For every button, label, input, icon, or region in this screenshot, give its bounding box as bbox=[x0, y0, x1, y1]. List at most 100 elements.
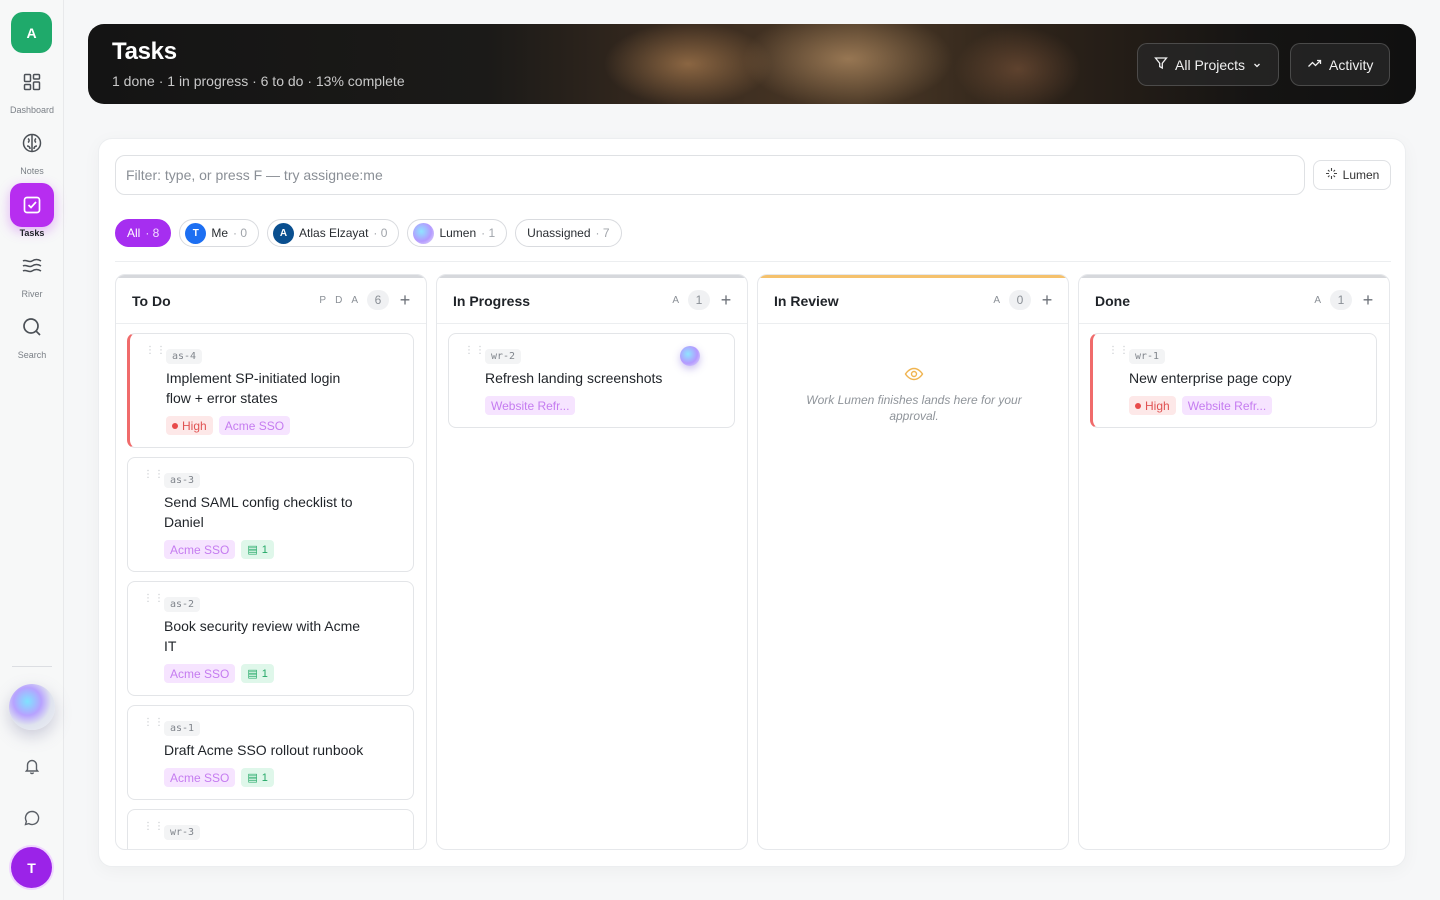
task-card[interactable]: ⋮⋮ wr-1 New enterprise page copy High We… bbox=[1090, 333, 1377, 428]
lumen-button[interactable]: Lumen bbox=[1313, 160, 1391, 190]
workspace-avatar[interactable]: A bbox=[11, 12, 52, 53]
task-title: Send SAML config checklist to Daniel bbox=[164, 494, 353, 530]
project-badge: Acme SSO bbox=[218, 416, 291, 435]
column-header: In Progress A 1 + bbox=[437, 278, 747, 324]
add-task-plus-icon[interactable]: + bbox=[398, 291, 412, 309]
sidebar-item-label: River bbox=[21, 289, 43, 299]
bell-icon[interactable] bbox=[20, 754, 44, 778]
sidebar-item-dashboard[interactable]: Dashboard bbox=[0, 60, 64, 115]
sidebar: A Dashboard Notes Tasks River Search T bbox=[0, 0, 64, 900]
chevron-down-icon bbox=[1252, 57, 1262, 73]
lumen-assistant-orb[interactable] bbox=[9, 684, 55, 730]
chip-all[interactable]: All · 8 bbox=[115, 219, 172, 247]
sidebar-divider bbox=[12, 666, 52, 667]
column-header: In Review A 0 + bbox=[758, 278, 1068, 324]
drag-handle-icon[interactable]: ⋮⋮ bbox=[1108, 346, 1129, 356]
empty-state: Work Lumen finishes lands here for your … bbox=[788, 367, 1040, 424]
column-done: Done A 1 + ⋮⋮ wr-1 New enterprise page c… bbox=[1078, 274, 1390, 850]
priority-badge: High bbox=[166, 416, 213, 435]
column-tools: A 1 + bbox=[672, 290, 733, 310]
sidebar-item-notes[interactable]: Notes bbox=[0, 121, 64, 176]
document-icon: ▤ bbox=[247, 544, 258, 556]
assignee-filter-chips: All · 8 T Me · 0 A Atlas Elzayat · 0 Lum… bbox=[115, 219, 622, 247]
page-title: Tasks bbox=[112, 38, 177, 65]
priority-label: High bbox=[182, 418, 207, 433]
filter-assignee-toggle[interactable]: A bbox=[1314, 295, 1321, 306]
drag-handle-icon[interactable]: ⋮⋮ bbox=[143, 594, 164, 604]
column-count: 0 bbox=[1009, 290, 1031, 310]
column-tools: P D A 6 + bbox=[319, 290, 412, 310]
activity-label: Activity bbox=[1329, 56, 1374, 73]
task-id: as-2 bbox=[164, 597, 201, 612]
drag-handle-icon[interactable]: ⋮⋮ bbox=[143, 822, 164, 832]
drag-handle-icon[interactable]: ⋮⋮ bbox=[145, 346, 166, 356]
filter-assignee-toggle[interactable]: A bbox=[351, 295, 358, 306]
task-card[interactable]: ⋮⋮ as-2 Book security review with Acme I… bbox=[127, 581, 414, 696]
add-task-plus-icon[interactable]: + bbox=[719, 291, 733, 309]
column-in-review: In Review A 0 + Work Lumen finishes land… bbox=[757, 274, 1069, 850]
brain-icon bbox=[10, 121, 54, 165]
task-id: as-3 bbox=[164, 473, 201, 488]
chip-atlas-elzayat[interactable]: A Atlas Elzayat · 0 bbox=[267, 219, 400, 247]
filter-input[interactable] bbox=[115, 155, 1305, 195]
chip-label: Atlas Elzayat bbox=[299, 226, 369, 240]
lumen-button-label: Lumen bbox=[1342, 168, 1380, 182]
column-title: In Review bbox=[774, 293, 839, 309]
trending-icon bbox=[1307, 56, 1322, 73]
sidebar-item-search[interactable]: Search bbox=[0, 305, 64, 360]
drag-handle-icon[interactable]: ⋮⋮ bbox=[143, 470, 164, 480]
chat-icon[interactable] bbox=[20, 806, 44, 830]
task-tags: High Website Refr... bbox=[1129, 396, 1362, 415]
task-card[interactable]: ⋮⋮ wr-3 bbox=[127, 809, 414, 849]
drag-handle-icon[interactable]: ⋮⋮ bbox=[143, 718, 164, 728]
activity-button[interactable]: Activity bbox=[1290, 43, 1391, 86]
task-title: New enterprise page copy bbox=[1129, 370, 1292, 386]
filter-due-toggle[interactable]: D bbox=[335, 295, 342, 306]
add-task-plus-icon[interactable]: + bbox=[1040, 291, 1054, 309]
chip-unassigned[interactable]: Unassigned · 7 bbox=[515, 219, 622, 247]
sidebar-item-tasks[interactable]: Tasks bbox=[0, 183, 64, 238]
task-card[interactable]: ⋮⋮ wr-2 Refresh landing screenshots Webs… bbox=[448, 333, 735, 428]
docs-count: 1 bbox=[261, 667, 268, 680]
docs-count: 1 bbox=[261, 543, 268, 556]
board-panel: Lumen All · 8 T Me · 0 A Atlas Elzayat ·… bbox=[98, 138, 1406, 867]
chip-count: · 7 bbox=[595, 226, 610, 240]
docs-badge: ▤ 1 bbox=[241, 768, 274, 787]
user-avatar[interactable]: T bbox=[11, 847, 52, 888]
lumen-orb-icon bbox=[413, 222, 435, 244]
task-card[interactable]: ⋮⋮ as-1 Draft Acme SSO rollout runbook A… bbox=[127, 705, 414, 800]
empty-state-text: Work Lumen finishes lands here for your … bbox=[806, 393, 1022, 423]
task-title: Book security review with Acme IT bbox=[164, 618, 361, 654]
task-title: Refresh landing screenshots bbox=[485, 370, 663, 386]
chip-count: · 8 bbox=[145, 226, 160, 240]
task-card[interactable]: ⋮⋮ as-4 Implement SP-initiated login flo… bbox=[127, 333, 414, 448]
project-badge: Acme SSO bbox=[164, 540, 236, 559]
filter-assignee-toggle[interactable]: A bbox=[993, 295, 1000, 306]
add-task-plus-icon[interactable]: + bbox=[1361, 291, 1375, 309]
lumen-assignee-orb-icon bbox=[680, 346, 700, 366]
docs-count: 1 bbox=[261, 771, 268, 784]
sidebar-item-river[interactable]: River bbox=[0, 244, 64, 299]
column-header: To Do P D A 6 + bbox=[116, 278, 426, 324]
page-summary: 1 done · 1 in progress · 6 to do · 13% c… bbox=[112, 73, 405, 89]
project-badge: Acme SSO bbox=[164, 664, 236, 683]
task-id: wr-1 bbox=[1129, 349, 1166, 364]
filter-priority-toggle[interactable]: P bbox=[319, 295, 326, 306]
chip-label: Lumen bbox=[439, 226, 477, 240]
filter-assignee-toggle[interactable]: A bbox=[672, 295, 679, 306]
avatar: T bbox=[185, 222, 207, 244]
all-projects-button[interactable]: All Projects bbox=[1137, 43, 1280, 86]
card-list: ⋮⋮ wr-2 Refresh landing screenshots Webs… bbox=[448, 333, 736, 437]
priority-label: High bbox=[1145, 398, 1170, 413]
task-card[interactable]: ⋮⋮ as-3 Send SAML config checklist to Da… bbox=[127, 457, 414, 572]
chip-lumen[interactable]: Lumen · 1 bbox=[407, 219, 508, 247]
drag-handle-icon[interactable]: ⋮⋮ bbox=[464, 346, 485, 356]
chip-label: Me bbox=[211, 226, 229, 240]
sparkle-icon bbox=[1325, 167, 1338, 183]
column-title: In Progress bbox=[453, 293, 531, 309]
document-icon: ▤ bbox=[247, 772, 258, 784]
chip-me[interactable]: T Me · 0 bbox=[179, 219, 260, 247]
chip-count: · 0 bbox=[373, 226, 388, 240]
column-count: 1 bbox=[688, 290, 710, 310]
card-list: ⋮⋮ wr-1 New enterprise page copy High We… bbox=[1090, 333, 1378, 437]
